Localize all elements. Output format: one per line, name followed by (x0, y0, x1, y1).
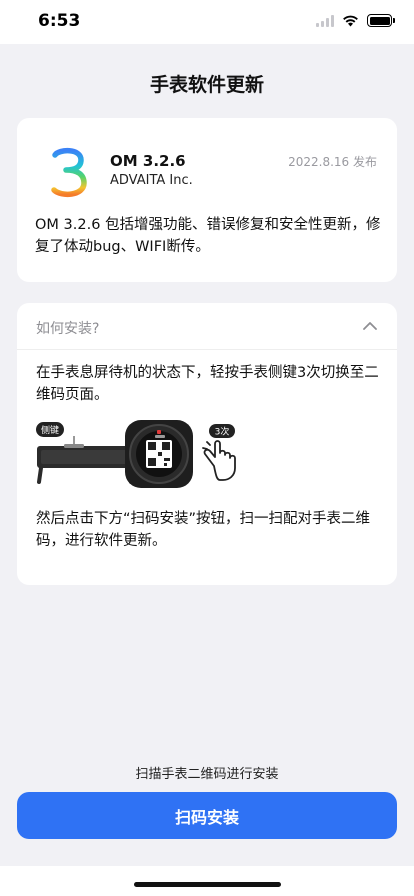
side-button-badge: 侧键 (36, 422, 64, 437)
update-info-card: OM 3.2.6 ADVAITA Inc. 2022.8.16 发布 OM 3.… (17, 118, 397, 282)
howto-title[interactable]: 如何安装? (36, 318, 99, 338)
bottom-bar (0, 866, 414, 896)
scan-hint: 扫描手表二维码进行安装 (135, 767, 279, 782)
app-version-name: OM 3.2.6 (110, 152, 186, 170)
release-date: 2022.8.16 发布 (288, 155, 377, 169)
battery-icon (367, 14, 395, 27)
press-count-badge-text: 3次 (215, 426, 230, 438)
howto-card: 如何安装? 在手表息屏待机的状态下，轻按手表侧键3次切换至二维码页面。 侧键 3… (17, 303, 397, 585)
signal-icon (316, 14, 334, 27)
wifi-icon (343, 15, 358, 26)
press-count-badge: 3次 (209, 424, 235, 438)
page-title: 手表软件更新 (149, 74, 264, 96)
watch-front-view-icon (125, 420, 193, 488)
divider (17, 349, 397, 350)
status-bar: 6:53 (0, 0, 414, 44)
status-icons (316, 14, 395, 27)
hand-tap-icon (202, 440, 236, 481)
chevron-up-icon[interactable] (363, 321, 377, 331)
howto-step-2: 然后点击下方“扫码安装”按钮，扫一扫配对手表二维码，进行软件更新。 (36, 511, 371, 549)
scan-install-button[interactable]: 扫码安装 (17, 792, 397, 839)
app-developer: ADVAITA Inc. (110, 173, 193, 188)
install-illustration: 侧键 3次 (36, 420, 236, 488)
howto-step-1: 在手表息屏待机的状态下，轻按手表侧键3次切换至二维码页面。 (36, 365, 379, 403)
home-indicator[interactable] (134, 882, 281, 887)
side-button-badge-text: 侧键 (41, 424, 59, 436)
update-description: OM 3.2.6 包括增强功能、错误修复和安全性更新，修复了体动bug、WIFI… (35, 217, 381, 255)
status-time: 6:53 (38, 11, 81, 31)
watch-side-view-icon (37, 436, 133, 484)
app-logo-3-icon (51, 148, 87, 198)
